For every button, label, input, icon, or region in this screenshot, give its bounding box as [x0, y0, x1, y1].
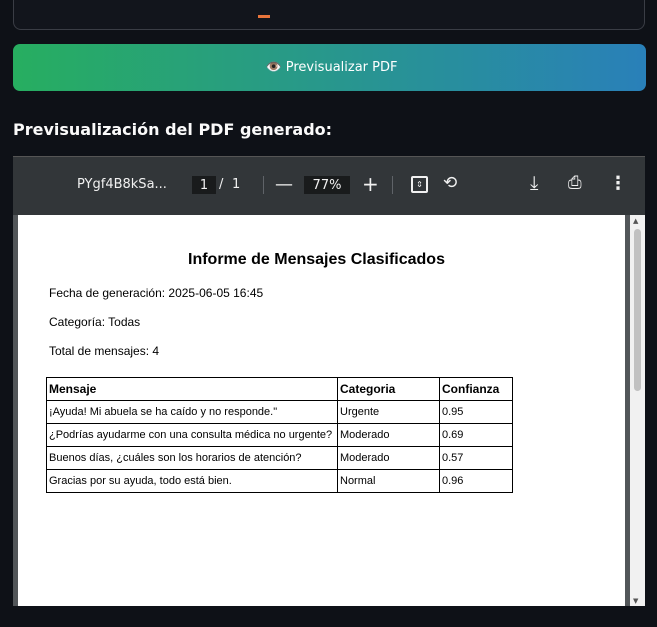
zoom-out-icon[interactable]: —	[275, 174, 293, 195]
cell-confidence: 0.96	[439, 469, 513, 493]
total-messages: Total de mensajes: 4	[49, 344, 160, 358]
report-title: Informe de Mensajes Clasificados	[188, 251, 445, 268]
previous-card	[13, 0, 645, 30]
table-row: ¿Podrías ayudarme con una consulta médic…	[46, 423, 513, 447]
card-indicator	[258, 15, 270, 18]
cell-message: ¿Podrías ayudarme con una consulta médic…	[46, 423, 338, 447]
fit-page-icon[interactable]: ⇕	[411, 176, 428, 193]
pdf-filename: PYgf4B8kSa...	[77, 177, 167, 192]
more-options-icon[interactable]: ⋮	[609, 173, 627, 194]
column-header: Mensaje	[46, 377, 338, 401]
table-row: Buenos días, ¿cuáles son los horarios de…	[46, 446, 513, 470]
scrollbar-thumb[interactable]	[634, 229, 641, 391]
toolbar-divider	[263, 176, 264, 194]
cell-confidence: 0.69	[439, 423, 513, 447]
table-header: Mensaje Categoria Confianza	[46, 377, 513, 401]
toolbar-divider	[392, 176, 393, 194]
cell-category: Moderado	[337, 423, 440, 447]
zoom-input[interactable]: 77%	[304, 176, 350, 194]
eye-icon: 👁️	[265, 60, 282, 75]
messages-table: Mensaje Categoria Confianza ¡Ayuda! Mi a…	[46, 377, 513, 493]
cell-category: Moderado	[337, 446, 440, 470]
download-icon[interactable]: ⤓	[530, 172, 538, 194]
rotate-icon[interactable]: ⟲	[443, 173, 457, 193]
cell-confidence: 0.95	[439, 400, 513, 424]
menu-icon[interactable]	[37, 177, 55, 191]
vertical-scrollbar[interactable]: ▲ ▼	[630, 215, 645, 606]
pdf-page: Informe de Mensajes Clasificados Fecha d…	[18, 215, 625, 606]
cell-message: Gracias por su ayuda, todo está bien.	[46, 469, 338, 493]
zoom-in-icon[interactable]: +	[362, 172, 379, 196]
cell-message: Buenos días, ¿cuáles son los horarios de…	[46, 446, 338, 470]
scroll-up-icon[interactable]: ▲	[633, 217, 638, 225]
table-row: ¡Ayuda! Mi abuela se ha caído y no respo…	[46, 400, 513, 424]
generation-date: Fecha de generación: 2025-06-05 16:45	[49, 286, 264, 300]
preview-heading: Previsualización del PDF generado:	[13, 120, 333, 139]
page-separator: /	[219, 177, 224, 192]
pdf-viewer: PYgf4B8kSa... 1 / 1 — 77% + ⇕ ⟲ ⤓ ⎙ ⋮ In…	[13, 156, 645, 606]
pdf-page-area: Informe de Mensajes Clasificados Fecha d…	[13, 215, 630, 606]
scroll-down-icon[interactable]: ▼	[633, 597, 638, 605]
column-header: Categoria	[337, 377, 440, 401]
page-total: 1	[232, 177, 241, 192]
category-filter: Categoría: Todas	[49, 315, 141, 329]
preview-pdf-label: Previsualizar PDF	[285, 60, 398, 75]
page-number-input[interactable]: 1	[192, 176, 216, 194]
cell-category: Normal	[337, 469, 440, 493]
pdf-toolbar: PYgf4B8kSa... 1 / 1 — 77% + ⇕ ⟲ ⤓ ⎙ ⋮	[13, 157, 645, 215]
column-header: Confianza	[439, 377, 513, 401]
cell-confidence: 0.57	[439, 446, 513, 470]
table-row: Gracias por su ayuda, todo está bien. Nor…	[46, 469, 513, 493]
print-icon[interactable]: ⎙	[568, 173, 582, 193]
cell-message: ¡Ayuda! Mi abuela se ha caído y no respo…	[46, 400, 338, 424]
preview-pdf-button[interactable]: 👁️ Previsualizar PDF	[13, 44, 646, 91]
cell-category: Urgente	[337, 400, 440, 424]
